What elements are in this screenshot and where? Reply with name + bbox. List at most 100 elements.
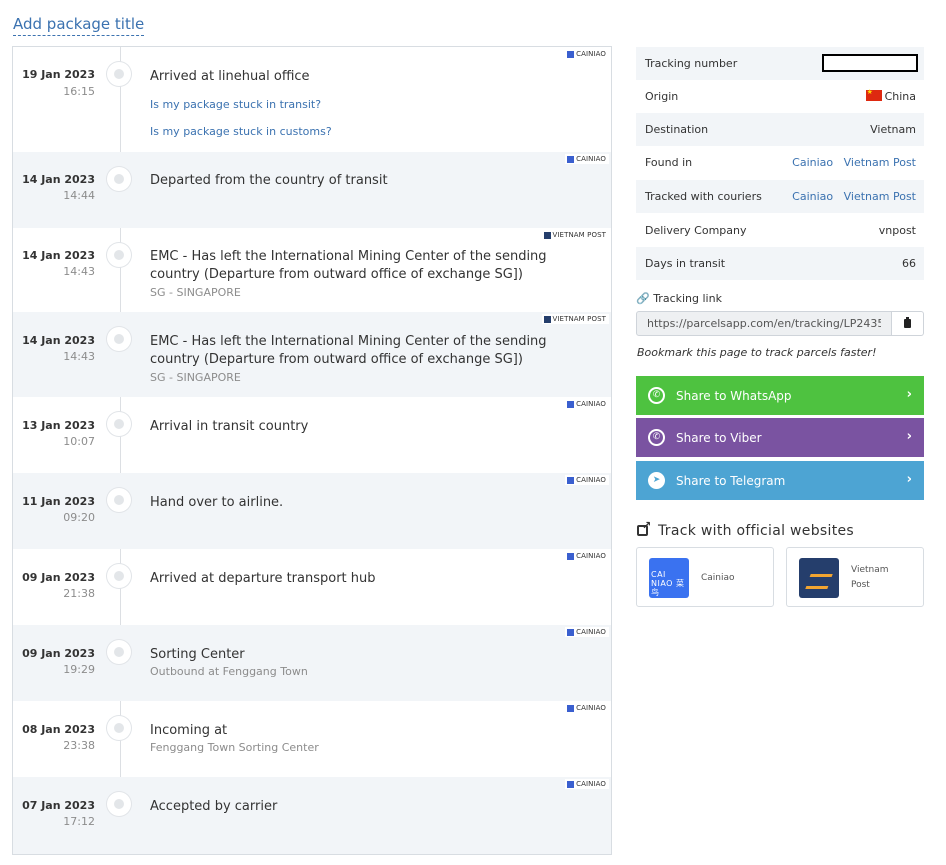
stuck-in-customs-link[interactable]: Is my package stuck in customs? xyxy=(150,125,332,138)
days-in-transit-value: 66 xyxy=(902,257,916,270)
courier-badge: CAINIAO xyxy=(565,154,609,164)
event-time: 09:20 xyxy=(63,511,95,524)
event-location: SG - SINGAPORE xyxy=(150,371,241,384)
tracked-with-values: Cainiao Vietnam Post xyxy=(792,190,916,203)
add-package-title-link[interactable]: Add package title xyxy=(13,14,145,36)
event-time: 17:12 xyxy=(63,815,95,828)
event-date: 14 Jan 2023 xyxy=(22,334,95,347)
tracked-with-label: Tracked with couriers xyxy=(645,190,762,203)
share-viber-button[interactable]: ✆ Share to Viber › xyxy=(636,418,924,457)
event-date: 09 Jan 2023 xyxy=(22,647,95,660)
bookmark-note: Bookmark this page to track parcels fast… xyxy=(637,346,877,359)
stuck-in-transit-link[interactable]: Is my package stuck in transit? xyxy=(150,98,321,111)
tracked-with-row: Tracked with couriers Cainiao Vietnam Po… xyxy=(636,180,924,213)
courier-badge: CAINIAO xyxy=(565,703,609,713)
share-telegram-label: Share to Telegram xyxy=(676,474,786,488)
cainiao-logo: CAI NIAO 菜鸟 xyxy=(649,558,689,598)
event-title: Departed from the country of transit xyxy=(150,173,388,188)
vietnam-post-card-label: Vietnam Post xyxy=(851,565,889,590)
event-time: 19:29 xyxy=(63,663,95,676)
event-title: EMC - Has left the International Mining … xyxy=(150,334,547,367)
found-in-vietnam-post-link[interactable]: Vietnam Post xyxy=(844,156,916,169)
origin-label: Origin xyxy=(645,90,679,103)
event-date: 14 Jan 2023 xyxy=(22,173,95,186)
courier-badge: CAINIAO xyxy=(565,551,609,561)
event-time: 14:43 xyxy=(63,265,95,278)
timeline-dot xyxy=(107,62,131,86)
external-link-icon xyxy=(637,519,651,536)
event-item: VIETNAM POST 14 Jan 2023 14:43 EMC - Has… xyxy=(13,228,611,312)
timeline-dot xyxy=(107,716,131,740)
vietnam-post-logo xyxy=(799,558,839,598)
share-telegram-button[interactable]: ➤ Share to Telegram › xyxy=(636,461,924,500)
event-date: 09 Jan 2023 xyxy=(22,571,95,584)
event-location: Fenggang Town Sorting Center xyxy=(150,741,319,754)
destination-value: Vietnam xyxy=(870,123,916,136)
tracked-with-cainiao-link[interactable]: Cainiao xyxy=(792,190,833,203)
event-item: VIETNAM POST 14 Jan 2023 14:43 EMC - Has… xyxy=(13,312,611,397)
tracked-with-vietnam-post-link[interactable]: Vietnam Post xyxy=(844,190,916,203)
found-in-cainiao-link[interactable]: Cainiao xyxy=(792,156,833,169)
official-websites-title: Track with official websites xyxy=(658,523,854,539)
timeline-dot xyxy=(107,243,131,267)
telegram-icon: ➤ xyxy=(648,472,665,489)
timeline-dot xyxy=(107,412,131,436)
event-date: 14 Jan 2023 xyxy=(22,249,95,262)
timeline-dot xyxy=(107,327,131,351)
event-title: Arrived at linehual office xyxy=(150,69,310,84)
timeline-dot xyxy=(107,640,131,664)
share-viber-label: Share to Viber xyxy=(676,431,762,445)
event-time: 21:38 xyxy=(63,587,95,600)
timeline-dot xyxy=(107,792,131,816)
event-time: 23:38 xyxy=(63,739,95,752)
event-time: 14:44 xyxy=(63,189,95,202)
copy-link-button[interactable] xyxy=(892,311,924,336)
courier-badge: CAINIAO xyxy=(565,779,609,789)
delivery-company-row: Delivery Company vnpost xyxy=(636,214,924,247)
chevron-right-icon: › xyxy=(906,429,912,444)
tracking-link-input[interactable] xyxy=(636,311,892,336)
viber-icon: ✆ xyxy=(648,429,665,446)
timeline-dot xyxy=(107,564,131,588)
share-whatsapp-label: Share to WhatsApp xyxy=(676,389,792,403)
delivery-company-value: vnpost xyxy=(878,224,916,237)
timeline-dot xyxy=(107,167,131,191)
tracking-link-label: 🔗 Tracking link xyxy=(636,292,722,305)
days-in-transit-row: Days in transit 66 xyxy=(636,247,924,280)
event-item: CAINIAO 19 Jan 2023 16:15 Arrived at lin… xyxy=(13,47,611,152)
chevron-right-icon: › xyxy=(906,387,912,402)
clipboard-icon xyxy=(904,317,911,328)
cainiao-official-card[interactable]: CAI NIAO 菜鸟 Cainiao xyxy=(636,547,774,607)
courier-badge: VIETNAM POST xyxy=(541,314,609,324)
vietnam-post-official-card[interactable]: Vietnam Post xyxy=(786,547,924,607)
whatsapp-icon: ✆ xyxy=(648,387,665,404)
event-location: SG - SINGAPORE xyxy=(150,286,241,299)
timeline-dot xyxy=(107,488,131,512)
origin-row: Origin China xyxy=(636,80,924,113)
event-item: CAINIAO 13 Jan 2023 10:07 Arrival in tra… xyxy=(13,397,611,473)
event-item: CAINIAO 08 Jan 2023 23:38 Incoming at Fe… xyxy=(13,701,611,777)
event-title: EMC - Has left the International Mining … xyxy=(150,249,547,282)
found-in-label: Found in xyxy=(645,156,693,169)
event-item: CAINIAO 14 Jan 2023 14:44 Departed from … xyxy=(13,152,611,228)
event-item: CAINIAO 07 Jan 2023 17:12 Accepted by ca… xyxy=(13,777,611,854)
event-title: Accepted by carrier xyxy=(150,799,278,814)
china-flag-icon xyxy=(865,88,882,101)
event-date: 07 Jan 2023 xyxy=(22,799,95,812)
event-time: 14:43 xyxy=(63,350,95,363)
event-title: Sorting Center xyxy=(150,647,245,662)
found-in-row: Found in Cainiao Vietnam Post xyxy=(636,146,924,179)
destination-row: Destination Vietnam xyxy=(636,113,924,146)
cainiao-card-label: Cainiao xyxy=(701,573,735,583)
event-date: 08 Jan 2023 xyxy=(22,723,95,736)
share-whatsapp-button[interactable]: ✆ Share to WhatsApp › xyxy=(636,376,924,415)
days-in-transit-label: Days in transit xyxy=(645,257,726,270)
event-date: 11 Jan 2023 xyxy=(22,495,95,508)
delivery-company-label: Delivery Company xyxy=(645,224,747,237)
tracking-number-redacted xyxy=(822,54,918,72)
link-icon: 🔗 xyxy=(636,292,650,305)
found-in-values: Cainiao Vietnam Post xyxy=(792,156,916,169)
event-date: 19 Jan 2023 xyxy=(22,68,95,81)
courier-badge: CAINIAO xyxy=(565,475,609,485)
event-item: CAINIAO 11 Jan 2023 09:20 Hand over to a… xyxy=(13,473,611,549)
